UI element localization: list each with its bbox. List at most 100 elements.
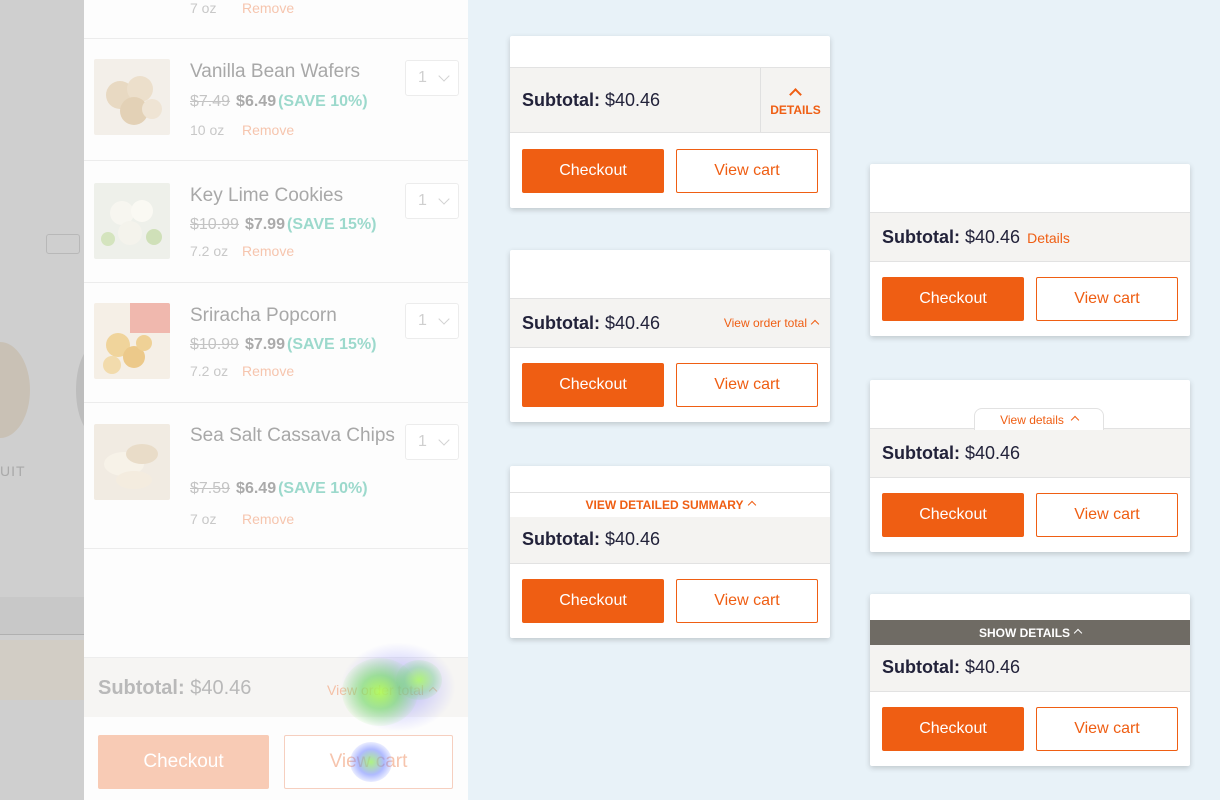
view-cart-button[interactable]: View cart — [676, 579, 818, 623]
view-cart-button[interactable]: View cart — [1036, 493, 1178, 537]
view-cart-button[interactable]: View cart — [676, 363, 818, 407]
sale-price: $6.49 — [236, 93, 277, 110]
view-cart-button[interactable]: View cart — [1036, 277, 1178, 321]
subtotal-label: Subtotal: — [522, 529, 600, 549]
product-name: Key Lime Cookies — [190, 185, 344, 206]
original-price: $7.59 — [190, 480, 231, 497]
quantity-select[interactable]: 1 — [405, 60, 459, 96]
background-band — [0, 597, 84, 635]
details-toggle[interactable]: DETAILS — [761, 68, 830, 132]
checkout-button[interactable]: Checkout — [522, 579, 664, 623]
remove-link[interactable]: Remove — [242, 122, 294, 138]
view-detailed-summary-toggle[interactable]: VIEW DETAILED SUMMARY — [510, 492, 830, 517]
toggle-label: View order total — [723, 316, 807, 330]
subtotal-label: Subtotal: — [522, 313, 600, 333]
toggle-label: View details — [1000, 412, 1064, 427]
checkout-button[interactable]: Checkout — [882, 493, 1024, 537]
product-thumbnail — [94, 424, 170, 500]
variant-card-details-link: Subtotal: $40.46 Details Checkout View c… — [870, 164, 1190, 336]
subtotal-amount: $40.46 — [190, 677, 252, 699]
chevron-down-icon — [438, 313, 450, 325]
subtotal-text: Subtotal: $40.46 — [522, 90, 660, 111]
chevron-up-icon — [747, 500, 756, 510]
item-weight: 7 oz — [190, 0, 217, 16]
quantity-select[interactable]: 1 — [405, 303, 459, 339]
product-name: Vanilla Bean Wafers — [190, 61, 361, 82]
subtotal-label: Subtotal: — [882, 227, 960, 247]
cart-item: Sea Salt Cassava Chips $7.59 $6.49 (SAVE 1… — [84, 403, 468, 549]
background-image — [0, 640, 84, 700]
checkout-button[interactable]: Checkout — [522, 363, 664, 407]
remove-link[interactable]: Remove — [242, 243, 294, 259]
subtotal-amount: $40.46 — [965, 657, 1021, 677]
savings-badge: (SAVE 15%) — [286, 216, 377, 233]
checkout-button[interactable]: Checkout — [882, 277, 1024, 321]
subtotal-label: Subtotal: — [98, 677, 185, 699]
chevron-down-icon — [438, 193, 450, 205]
cart-item: Key Lime Cookies $10.99 $7.99 (SAVE 15%) 7… — [84, 161, 468, 283]
product-name: Sriracha Popcorn — [190, 305, 337, 326]
item-weight: 7.2 oz — [190, 243, 229, 259]
chevron-up-icon — [428, 686, 438, 696]
chevron-up-icon — [1073, 628, 1083, 637]
subtotal-bar: Subtotal: $40.46 — [870, 428, 1190, 478]
subtotal-text: Subtotal: $40.46 — [882, 443, 1020, 464]
variant-card-view-order-total: Subtotal: $40.46 View order total Checko… — [510, 250, 830, 422]
original-price: $10.99 — [190, 216, 239, 233]
view-details-tab[interactable]: View details — [974, 408, 1104, 430]
subtotal-amount: $40.46 — [605, 313, 661, 333]
checkout-button[interactable]: Checkout — [522, 149, 664, 193]
product-price: $10.99 $7.99 (SAVE 15%) — [190, 216, 377, 234]
subtotal-bar: Subtotal: $40.46 View order total — [510, 298, 830, 348]
background-product-image — [76, 345, 84, 435]
subtotal-bar: Subtotal: $40.46 — [510, 517, 830, 564]
view-order-total-toggle[interactable]: View order total — [723, 316, 820, 330]
subtotal-label: Subtotal: — [882, 657, 960, 677]
product-price: $10.99 $7.99 (SAVE 15%) — [190, 336, 377, 354]
product-price: $7.59 $6.49 (SAVE 10%) — [190, 480, 368, 498]
subtotal-amount: $40.46 — [965, 443, 1021, 463]
toggle-label: View order total — [327, 682, 425, 698]
item-weight: 7.2 oz — [190, 363, 229, 379]
subtotal-text: Subtotal: $40.46 — [522, 529, 660, 550]
quantity-select[interactable]: 1 — [405, 183, 459, 219]
checkout-button[interactable]: Checkout — [882, 707, 1024, 751]
subtotal-amount: $40.46 — [605, 529, 661, 549]
subtotal-bar: Subtotal: $40.46 — [870, 645, 1190, 692]
product-thumbnail — [94, 183, 170, 259]
sale-price: $6.49 — [236, 480, 277, 497]
background-page: UIT — [0, 0, 84, 800]
chevron-down-icon — [438, 70, 450, 82]
sale-price: $7.99 — [244, 336, 285, 353]
view-cart-button[interactable]: View cart — [1036, 707, 1178, 751]
subtotal-text: Subtotal: $40.46 Details — [882, 227, 1070, 248]
subtotal-text: Subtotal: $40.46 — [522, 313, 660, 334]
subtotal-text: Subtotal: $40.46 — [98, 677, 251, 700]
subtotal-amount: $40.46 — [605, 90, 661, 110]
remove-link[interactable]: Remove — [242, 511, 294, 527]
remove-link[interactable]: Remove — [242, 363, 294, 379]
toggle-label: SHOW DETAILS — [978, 625, 1071, 640]
item-weight: 7 oz — [190, 511, 217, 527]
view-cart-button[interactable]: View cart — [676, 149, 818, 193]
cart-item: Sriracha Popcorn $10.99 $7.99 (SAVE 15%) 7… — [84, 283, 468, 403]
cart-item: Vanilla Bean Wafers $7.49 $6.49 (SAVE 10%)… — [84, 39, 468, 161]
chevron-up-icon — [1070, 415, 1080, 424]
remove-link[interactable]: Remove — [242, 0, 294, 16]
view-cart-button[interactable]: View cart — [284, 735, 453, 789]
checkout-button[interactable]: Checkout — [98, 735, 269, 789]
details-link[interactable]: Details — [1027, 230, 1070, 246]
background-divider — [0, 634, 84, 635]
item-weight: 10 oz — [190, 122, 225, 138]
subtotal-bar: Subtotal: $40.46 Details — [870, 212, 1190, 262]
product-price: $7.49 $6.49 (SAVE 10%) — [190, 93, 368, 111]
show-details-bar[interactable]: SHOW DETAILS — [870, 620, 1190, 645]
view-order-total-toggle[interactable]: View order total — [327, 682, 438, 698]
variant-card-view-details-tab: Subtotal: $40.46 View details Checkout V… — [870, 380, 1190, 552]
quantity-value: 1 — [418, 192, 427, 209]
product-thumbnail — [94, 59, 170, 135]
variant-card-details-button: Subtotal: $40.46 DETAILS Checkout View c… — [510, 36, 830, 208]
chevron-up-icon — [810, 319, 820, 329]
quantity-select[interactable]: 1 — [405, 424, 459, 460]
drawer-footer: Subtotal: $40.46 View order total Checko… — [84, 657, 468, 800]
